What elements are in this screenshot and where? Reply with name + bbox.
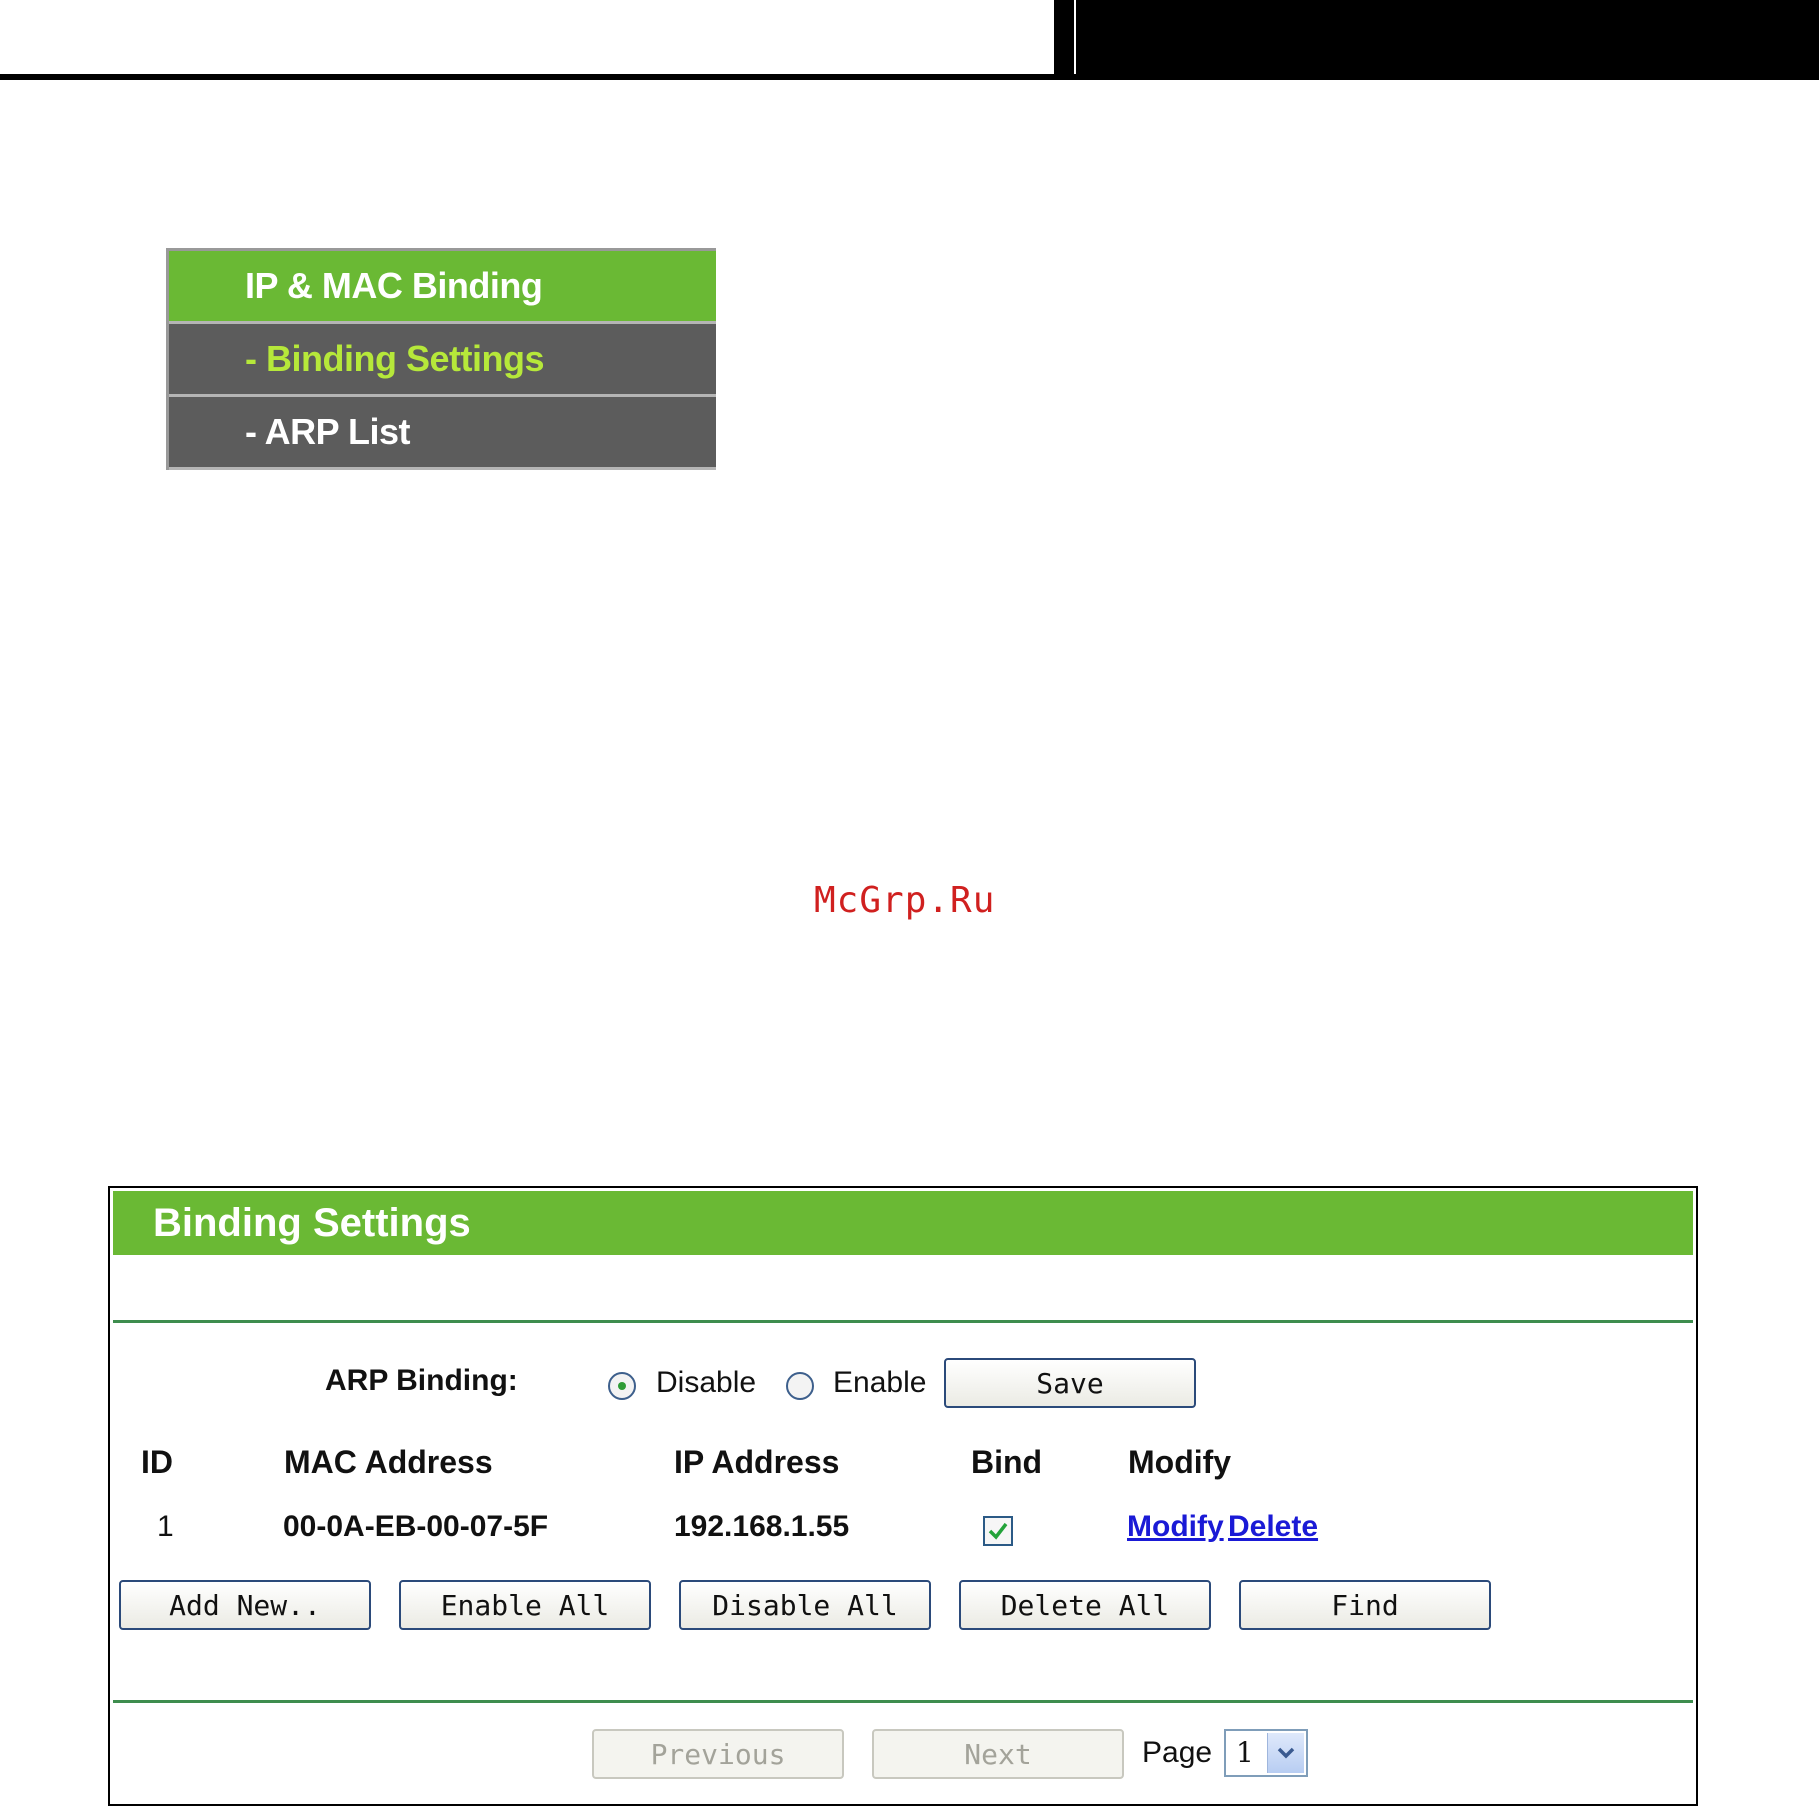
header-divider: [1074, 0, 1076, 74]
bind-checkbox[interactable]: [983, 1516, 1013, 1546]
menu-item-arp-list[interactable]: - ARP List: [169, 397, 716, 470]
previous-button[interactable]: Previous: [592, 1729, 844, 1779]
col-header-id: ID: [141, 1444, 173, 1480]
divider-top: [113, 1320, 1693, 1323]
add-new-button[interactable]: Add New..: [119, 1580, 371, 1630]
page-label: Page: [1142, 1736, 1213, 1769]
chevron-down-glyph: [1277, 1747, 1295, 1759]
delete-link[interactable]: Delete: [1228, 1510, 1318, 1544]
arp-binding-label: ARP Binding:: [325, 1364, 518, 1397]
menu-item-binding-settings[interactable]: - Binding Settings: [169, 324, 716, 397]
col-header-ip: IP Address: [674, 1444, 840, 1480]
checkmark-icon: [988, 1522, 1008, 1540]
row-mac: 00-0A-EB-00-07-5F: [283, 1510, 549, 1543]
delete-all-button[interactable]: Delete All: [959, 1580, 1211, 1630]
chevron-down-icon[interactable]: [1267, 1733, 1304, 1773]
side-menu: IP & MAC Binding - Binding Settings - AR…: [166, 248, 716, 470]
row-id: 1: [157, 1510, 174, 1543]
divider-bottom: [113, 1700, 1693, 1703]
radio-enable-label: Enable: [833, 1366, 927, 1399]
panel-title: Binding Settings: [113, 1191, 1693, 1255]
modify-link[interactable]: Modify: [1127, 1510, 1224, 1544]
row-ip: 192.168.1.55: [674, 1510, 850, 1543]
radio-selected-dot: [618, 1382, 626, 1390]
col-header-bind: Bind: [971, 1444, 1043, 1480]
menu-title[interactable]: IP & MAC Binding: [169, 251, 716, 324]
find-button[interactable]: Find: [1239, 1580, 1491, 1630]
col-header-modify: Modify: [1128, 1444, 1232, 1480]
save-button[interactable]: Save: [944, 1358, 1196, 1408]
disable-all-button[interactable]: Disable All: [679, 1580, 931, 1630]
watermark: McGrp.Ru: [814, 880, 996, 921]
enable-all-button[interactable]: Enable All: [399, 1580, 651, 1630]
page-select[interactable]: 1: [1224, 1729, 1308, 1777]
binding-settings-panel: Binding Settings ARP Binding: Disable En…: [108, 1186, 1698, 1806]
col-header-mac: MAC Address: [284, 1444, 493, 1480]
radio-disable[interactable]: [608, 1372, 636, 1400]
next-button[interactable]: Next: [872, 1729, 1124, 1779]
radio-enable[interactable]: [786, 1372, 814, 1400]
page-select-value: 1: [1236, 1736, 1254, 1769]
header-dark-block: [1054, 0, 1819, 78]
radio-disable-label: Disable: [656, 1366, 757, 1399]
